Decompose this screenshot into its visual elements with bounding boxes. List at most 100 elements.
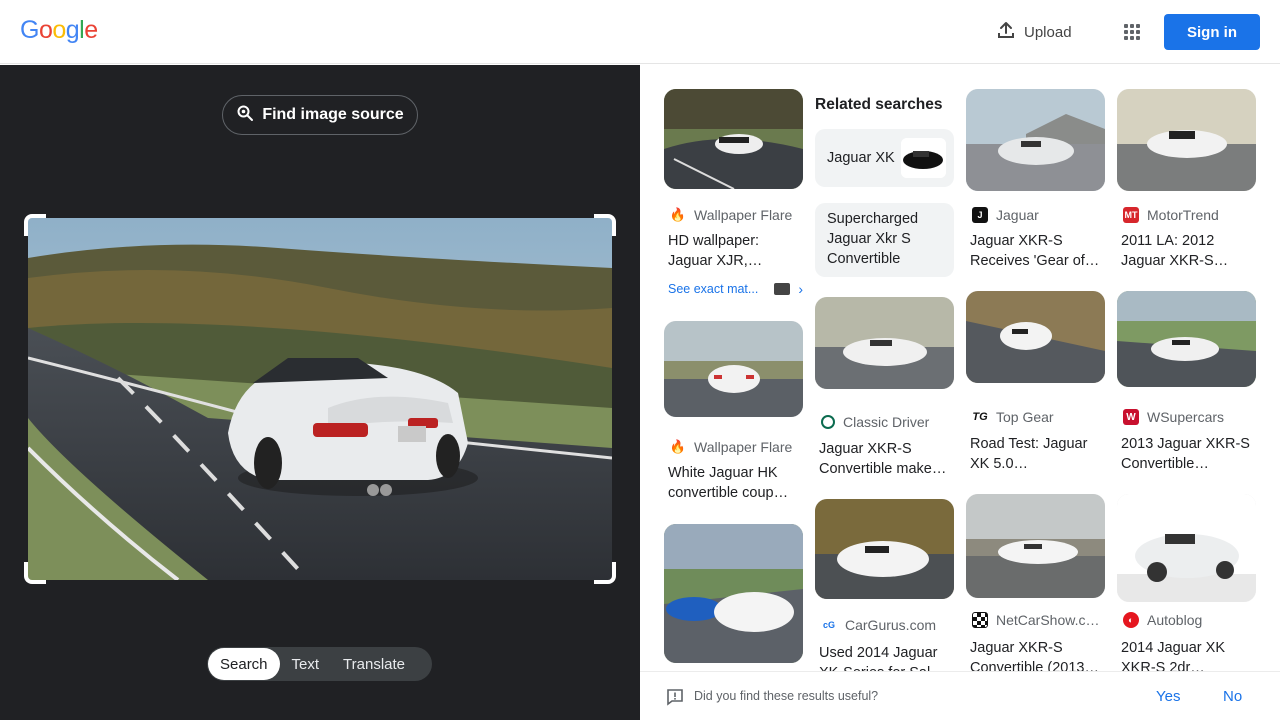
related-search-chip[interactable]: Jaguar XK	[815, 129, 954, 187]
apps-grid-icon[interactable]	[1116, 16, 1148, 48]
result-source-name: Top Gear	[996, 409, 1054, 425]
wallpaper-flare-icon: 🔥	[669, 439, 687, 455]
result-source: Classic Driver	[821, 414, 929, 430]
result-source-name: Jaguar	[996, 207, 1039, 223]
motortrend-icon: MT	[1123, 207, 1139, 223]
result-thumbnail[interactable]	[815, 297, 954, 389]
logo-letter: o	[38, 16, 53, 44]
query-image-car-photo	[28, 218, 612, 580]
find-image-source-label: Find image source	[262, 106, 404, 123]
result-card[interactable]: TG Top Gear Road Test: Jaguar XK 5.0…	[966, 291, 1105, 481]
autoblog-icon: ◐	[1123, 612, 1139, 628]
result-card[interactable]: Classic Driver Jaguar XKR-S Convertible …	[815, 297, 954, 487]
result-title: 2013 Jaguar XKR-S Convertible…	[1121, 436, 1250, 472]
result-title: HD wallpaper: Jaguar XJR, 2012…	[668, 233, 760, 269]
result-card[interactable]: 🔥 Wallpaper Flare White Jaguar HK conver…	[664, 321, 803, 511]
result-source-name: Wallpaper Flare	[694, 439, 793, 455]
related-search-chip[interactable]: Supercharged Jaguar Xkr S Convertible	[815, 203, 954, 277]
result-thumbnail[interactable]	[664, 89, 803, 189]
result-title: Jaguar XKR-S Convertible make…	[819, 441, 947, 477]
result-thumbnail[interactable]	[1117, 494, 1256, 602]
feedback-question: Did you find these results useful?	[694, 689, 879, 703]
wallpaper-flare-icon: 🔥	[669, 207, 687, 223]
result-thumbnail[interactable]	[1117, 291, 1256, 387]
classic-driver-icon	[821, 415, 835, 429]
result-card[interactable]: J Jaguar Jaguar XKR-S Receives 'Gear of…	[966, 89, 1105, 289]
result-thumbnail[interactable]	[1117, 89, 1256, 191]
feedback-bar: Did you find these results useful? Yes N…	[640, 671, 1280, 720]
result-card[interactable]: cG CarGurus.com Used 2014 Jaguar XK-Seri…	[815, 499, 954, 671]
crop-handle-bottom-left[interactable]	[24, 562, 46, 584]
result-card[interactable]: W WSupercars 2013 Jaguar XKR-S Convertib…	[1117, 291, 1256, 481]
result-title: Jaguar XKR-S Convertible (2013…	[970, 640, 1099, 671]
result-title: Road Test: Jaguar XK 5.0…	[970, 436, 1088, 472]
query-image-panel: Find image source Search Text Translate	[0, 65, 640, 720]
wsupercars-icon: W	[1123, 409, 1139, 425]
jaguar-icon: J	[972, 207, 988, 223]
lens-search-icon	[236, 104, 254, 127]
result-source-name: CarGurus.com	[845, 617, 937, 633]
header: Google Upload Sign in	[0, 0, 1280, 64]
find-image-source-button[interactable]: Find image source	[222, 95, 418, 135]
crop-selection-frame[interactable]	[24, 214, 616, 584]
result-title: Used 2014 Jaguar XK-Series for Sal…	[819, 645, 945, 671]
related-search-label: Supercharged Jaguar Xkr S Convertible	[827, 211, 919, 267]
result-source: MT MotorTrend	[1123, 207, 1219, 223]
result-card[interactable]: NetCarShow.c… Jaguar XKR-S Convertible (…	[966, 494, 1105, 671]
result-source: 🔥 Wallpaper Flare	[670, 207, 792, 223]
logo-letter: G	[20, 16, 39, 44]
result-source-name: NetCarShow.c…	[996, 612, 1100, 628]
result-source: NetCarShow.c…	[972, 612, 1099, 628]
result-title: Jaguar XKR-S Receives 'Gear of…	[970, 233, 1100, 269]
result-source-name: WSupercars	[1147, 409, 1225, 425]
result-card[interactable]: ◐ Autoblog 2014 Jaguar XK XKR-S 2dr…	[1117, 494, 1256, 671]
feedback-no-button[interactable]: No	[1223, 688, 1242, 705]
result-source: ◐ Autoblog	[1123, 612, 1202, 628]
result-source-name: Classic Driver	[843, 414, 930, 430]
exact-match-thumb-icon	[774, 283, 791, 295]
top-gear-icon: TG	[972, 409, 988, 425]
logo-letter: o	[52, 16, 66, 44]
mode-tabs: Search Text Translate	[207, 647, 432, 681]
upload-button[interactable]: Upload	[986, 14, 1082, 50]
result-card[interactable]	[664, 524, 803, 663]
result-source-name: MotorTrend	[1147, 207, 1219, 223]
result-card[interactable]: MT MotorTrend 2011 LA: 2012 Jaguar XKR-S…	[1117, 89, 1256, 289]
sign-in-button[interactable]: Sign in	[1164, 14, 1260, 50]
logo-letter: g	[65, 16, 80, 44]
feedback-yes-button[interactable]: Yes	[1156, 688, 1180, 705]
result-thumbnail[interactable]	[966, 291, 1105, 383]
see-exact-label: See exact mat...	[668, 282, 759, 296]
result-source: TG Top Gear	[972, 409, 1054, 425]
crop-handle-top-right[interactable]	[594, 214, 616, 236]
result-source: W WSupercars	[1123, 409, 1224, 425]
upload-icon	[996, 20, 1016, 44]
result-source-name: Wallpaper Flare	[694, 207, 793, 223]
related-searches-heading: Related searches	[815, 96, 943, 113]
tab-translate[interactable]: Translate	[331, 648, 417, 680]
result-source: 🔥 Wallpaper Flare	[670, 439, 792, 455]
result-title: 2011 LA: 2012 Jaguar XKR-S…	[1121, 233, 1229, 269]
result-title: White Jaguar HK convertible coup…	[668, 465, 789, 501]
result-thumbnail[interactable]	[815, 499, 954, 599]
crop-handle-bottom-right[interactable]	[594, 562, 616, 584]
result-thumbnail[interactable]	[664, 524, 803, 663]
crop-handle-top-left[interactable]	[24, 214, 46, 236]
result-title: 2014 Jaguar XK XKR-S 2dr…	[1121, 640, 1225, 671]
result-source-name: Autoblog	[1147, 612, 1203, 628]
result-source: cG CarGurus.com	[821, 617, 936, 633]
result-source: J Jaguar	[972, 207, 1039, 223]
netcarshow-icon	[972, 612, 988, 628]
feedback-icon	[666, 688, 684, 711]
result-thumbnail[interactable]	[966, 89, 1105, 191]
see-exact-matches-link[interactable]: See exact mat... ›	[668, 281, 803, 297]
google-logo[interactable]: Google	[20, 16, 98, 45]
result-thumbnail[interactable]	[664, 321, 803, 417]
upload-label: Upload	[1024, 23, 1072, 41]
tab-text[interactable]: Text	[280, 648, 332, 680]
tab-search[interactable]: Search	[208, 648, 280, 680]
cargurus-icon: cG	[821, 617, 837, 633]
logo-letter: e	[84, 16, 98, 44]
result-card[interactable]: 🔥 Wallpaper Flare HD wallpaper: Jaguar X…	[664, 89, 803, 309]
result-thumbnail[interactable]	[966, 494, 1105, 598]
